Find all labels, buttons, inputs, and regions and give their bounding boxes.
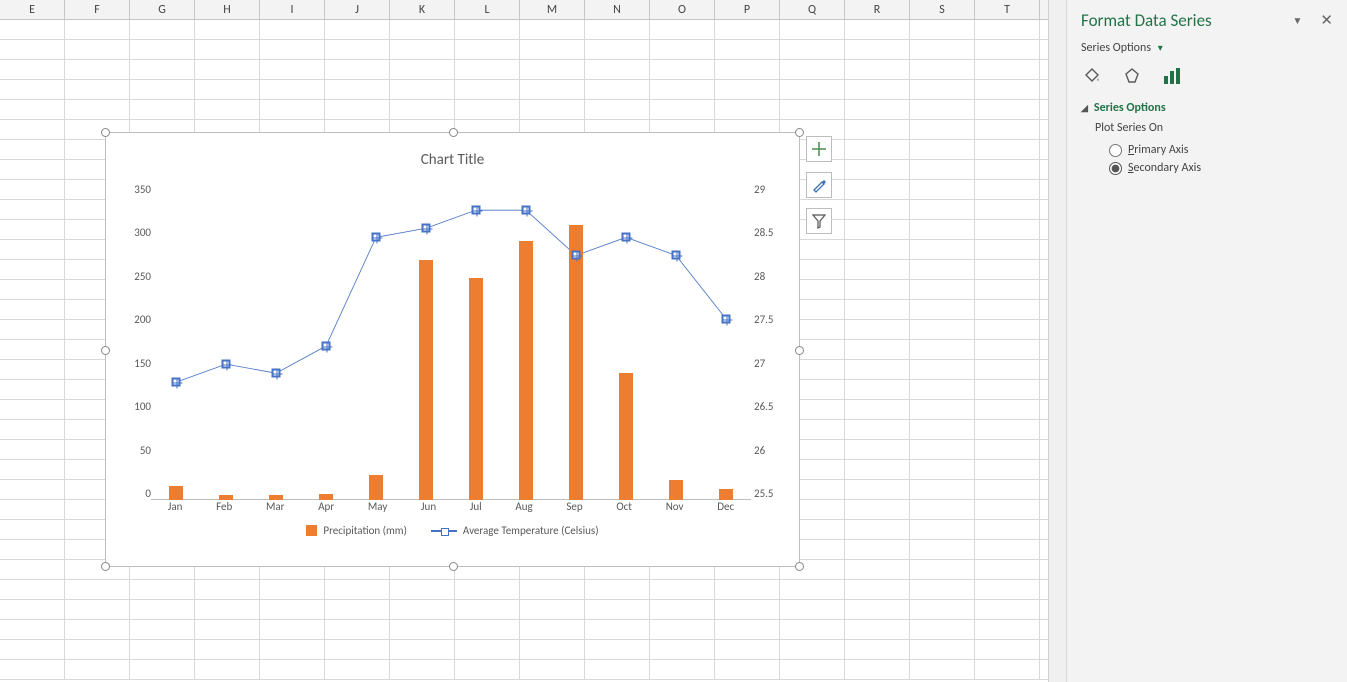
secondary-axis-radio[interactable]: Secondary Axis [1109,161,1333,175]
primary-axis-input[interactable] [1109,144,1122,157]
line-marker[interactable] [672,251,681,260]
chart-elements-button[interactable] [806,136,832,162]
column-header[interactable]: N [585,0,650,19]
line-marker[interactable] [222,360,231,369]
column-headers: EFGHIJKLMNOPQRST [0,0,1066,20]
bar[interactable] [519,241,533,500]
chart-legend: Precipitation (mm) Average Temperature (… [106,518,799,554]
primary-axis-radio[interactable]: Primary Axis [1109,143,1333,157]
column-header[interactable]: L [455,0,520,19]
panel-title: Format Data Series [1081,10,1212,31]
bar[interactable] [369,475,383,500]
column-header[interactable]: K [390,0,455,19]
secondary-axis-label: Secondary Axis [1128,161,1201,175]
column-header[interactable]: O [650,0,715,19]
y-axis-left: 350300250200150100500 [111,183,151,500]
legend-item-precipitation[interactable]: Precipitation (mm) [306,524,406,537]
selection-handle[interactable] [795,346,804,355]
y-axis-right: 2928.52827.52726.52625.5 [754,183,794,500]
series-options-tab-icon[interactable] [1161,65,1183,87]
chart-tool-buttons [806,136,832,244]
line-marker[interactable] [272,369,281,378]
line-marker[interactable] [172,378,181,387]
selection-handle[interactable] [101,346,110,355]
line-marker[interactable] [372,233,381,242]
chart-filter-button[interactable] [806,208,832,234]
bar[interactable] [719,489,733,500]
chevron-down-icon: ▾ [1158,41,1163,54]
chart-title[interactable]: Chart Title [106,133,799,173]
line-marker[interactable] [522,206,531,215]
fill-tab-icon[interactable] [1081,65,1103,87]
column-header[interactable]: M [520,0,585,19]
column-header[interactable]: I [260,0,325,19]
plot-area[interactable] [151,183,751,500]
legend-item-temperature[interactable]: Average Temperature (Celsius) [431,524,599,537]
vertical-scrollbar[interactable] [1048,0,1066,682]
primary-axis-label: Primary Axis [1128,143,1188,157]
column-header[interactable]: T [975,0,1040,19]
chart-object[interactable]: Chart Title 350300250200150100500 2928.5… [105,132,800,567]
series-options-section-header[interactable]: ◢ Series Options [1081,101,1333,115]
x-axis: JanFebMarAprMayJunJulAugSepOctNovDec [151,500,751,518]
legend-label: Average Temperature (Celsius) [463,524,599,537]
plot-series-on-label: Plot Series On [1095,121,1333,135]
column-header[interactable]: E [0,0,65,19]
line-marker[interactable] [422,224,431,233]
bar[interactable] [569,225,583,500]
column-header[interactable]: G [130,0,195,19]
bar[interactable] [669,480,683,500]
format-data-series-panel: Format Data Series ▼ ✕ Series Options ▾ … [1066,0,1347,682]
line-series[interactable] [151,183,751,500]
selection-handle[interactable] [449,562,458,571]
panel-tab-icons [1081,65,1333,87]
panel-menu-arrow-icon[interactable]: ▼ [1293,14,1303,27]
selection-handle[interactable] [449,128,458,137]
plot-wrap: 350300250200150100500 2928.52827.52726.5… [106,173,799,518]
series-options-dropdown[interactable]: Series Options ▾ [1081,41,1333,55]
dropdown-label: Series Options [1081,41,1151,55]
selection-handle[interactable] [795,128,804,137]
chart-styles-button[interactable] [806,172,832,198]
bar[interactable] [619,373,633,500]
legend-swatch-line [431,527,457,535]
column-header[interactable]: F [65,0,130,19]
column-header[interactable]: H [195,0,260,19]
line-marker[interactable] [622,233,631,242]
line-marker[interactable] [572,251,581,260]
panel-title-row: Format Data Series ▼ ✕ [1081,10,1333,31]
column-header[interactable]: S [910,0,975,19]
selection-handle[interactable] [101,562,110,571]
panel-close-button[interactable]: ✕ [1320,11,1333,30]
column-header[interactable]: P [715,0,780,19]
legend-swatch-bar [306,525,317,536]
bar[interactable] [169,486,183,500]
effects-tab-icon[interactable] [1121,65,1143,87]
selection-handle[interactable] [795,562,804,571]
column-header[interactable]: R [845,0,910,19]
collapse-triangle-icon: ◢ [1081,103,1088,114]
secondary-axis-input[interactable] [1109,162,1122,175]
legend-label: Precipitation (mm) [323,524,406,537]
line-marker[interactable] [472,206,481,215]
spreadsheet-area: EFGHIJKLMNOPQRST Chart Title 35030025020… [0,0,1066,682]
column-header[interactable]: J [325,0,390,19]
bar[interactable] [469,278,483,500]
bar[interactable] [419,260,433,500]
selection-handle[interactable] [101,128,110,137]
column-header[interactable]: Q [780,0,845,19]
section-title: Series Options [1094,101,1166,115]
line-marker[interactable] [722,314,731,323]
line-marker[interactable] [322,342,331,351]
